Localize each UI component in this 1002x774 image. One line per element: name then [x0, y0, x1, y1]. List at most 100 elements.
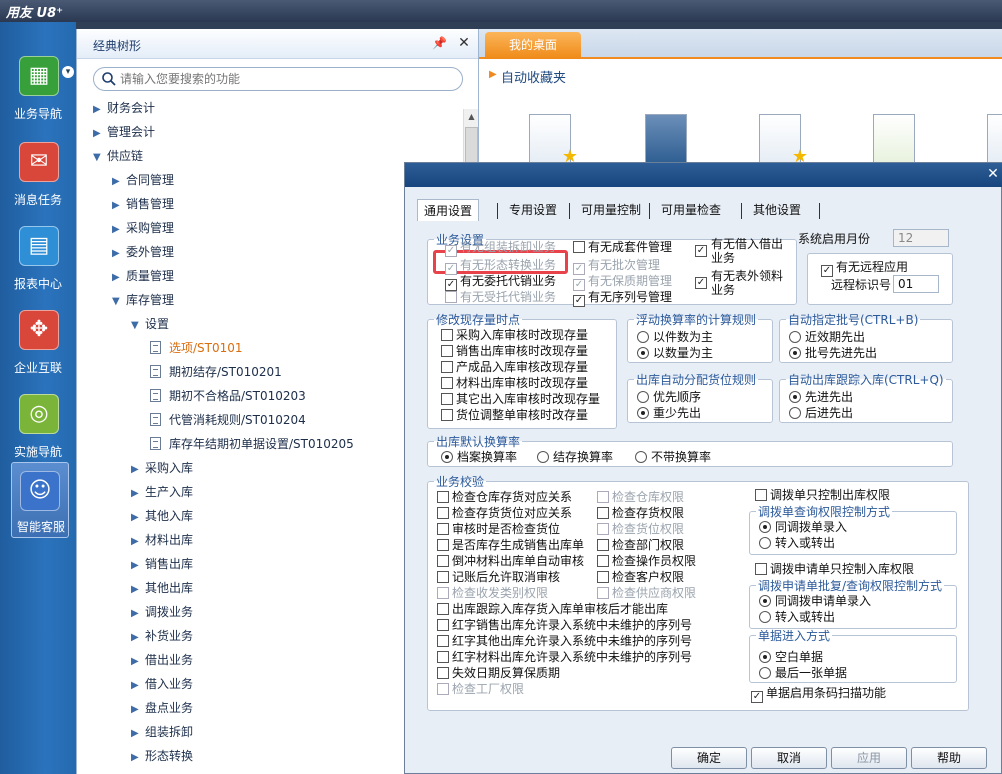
- apply-button[interactable]: 应用: [831, 747, 907, 769]
- verify-option[interactable]: 检查操作员权限: [597, 553, 696, 569]
- biz-option[interactable]: 有无成套件管理: [573, 239, 672, 255]
- close-icon[interactable]: ✕: [985, 166, 1001, 182]
- favorites-header[interactable]: 自动收藏夹: [501, 67, 566, 86]
- verify-option[interactable]: 红字材料出库允许录入系统中未维护的序列号: [437, 649, 692, 665]
- tree-leaf-item[interactable]: 期初结存/ST010201: [150, 363, 282, 383]
- stock-update-option[interactable]: 材料出库审核时改现存量: [441, 375, 588, 391]
- tab-4[interactable]: 其他设置: [747, 199, 807, 221]
- verify-option[interactable]: 记账后允许取消审核: [437, 569, 560, 585]
- nav-item-0[interactable]: ▦ 业务导航: [0, 44, 76, 126]
- close-icon[interactable]: ✕: [457, 35, 471, 51]
- favorite-doc-icon[interactable]: ★: [529, 114, 578, 167]
- verify-option[interactable]: 红字其他出库允许录入系统中未维护的序列号: [437, 633, 692, 649]
- nav-item-1[interactable]: ✉ 消息任务: [0, 130, 76, 212]
- transfer-request-checkbox[interactable]: 调拨申请单只控制入库权限: [755, 561, 914, 577]
- stock-update-option[interactable]: 采购入库审核时改现存量: [441, 327, 588, 343]
- transfer-out-checkbox[interactable]: 调拨单只控制出库权限: [755, 487, 890, 503]
- biz-option[interactable]: ✓ 有无序列号管理: [573, 289, 672, 307]
- float-rule-option[interactable]: 以数量为主: [637, 345, 713, 361]
- verify-option[interactable]: 审核时是否检查货位: [437, 521, 560, 537]
- tree-node-item[interactable]: ▶ 补货业务: [131, 627, 193, 647]
- document-entry-option[interactable]: 空白单据: [759, 649, 823, 665]
- stock-update-option[interactable]: 产成品入库审核改现存量: [441, 359, 588, 375]
- tree-node-item[interactable]: ▶ 采购入库: [131, 459, 193, 479]
- conversion-rate-option[interactable]: 不带换算率: [635, 449, 711, 465]
- favorite-book-icon[interactable]: [645, 114, 687, 164]
- remote-id-field[interactable]: 01: [893, 275, 939, 293]
- tab-0[interactable]: 通用设置: [417, 199, 480, 221]
- verify-option[interactable]: 倒冲材料出库单自动审核: [437, 553, 584, 569]
- conversion-rate-option[interactable]: 结存换算率: [537, 449, 613, 465]
- tree-leaf-item[interactable]: 选项/ST0101: [150, 339, 243, 359]
- remote-app-checkbox[interactable]: ✓ 有无远程应用: [821, 259, 908, 277]
- track-rule-option[interactable]: 先进先出: [789, 389, 853, 405]
- tree-node-item[interactable]: ▶ 管理会计: [93, 123, 155, 143]
- tree-node-item[interactable]: ▶ 财务会计: [93, 99, 155, 119]
- tab-2[interactable]: 可用量控制: [575, 199, 647, 221]
- pin-icon[interactable]: 📌: [432, 36, 447, 52]
- ok-button[interactable]: 确定: [671, 747, 747, 769]
- favorite-doc-icon[interactable]: [987, 114, 1002, 164]
- tree-leaf-item[interactable]: 库存年结期初单据设置/ST010205: [150, 435, 354, 455]
- biz-option[interactable]: ✓ 有无委托代销业务: [445, 273, 556, 291]
- location-rule-option[interactable]: 重少先出: [637, 405, 701, 421]
- biz-option[interactable]: ✓ 有无表外领料业务: [695, 269, 787, 301]
- favorite-doc-icon[interactable]: ★: [759, 114, 808, 167]
- verify-option[interactable]: 是否库存生成销售出库单: [437, 537, 584, 553]
- transfer-request-query-option[interactable]: 转入或转出: [759, 609, 835, 625]
- tree-node-item[interactable]: ▶ 其他入库: [131, 507, 193, 527]
- tab-my-desktop[interactable]: 我的桌面: [485, 32, 581, 59]
- verify-option[interactable]: 检查部门权限: [597, 537, 684, 553]
- nav-item-4[interactable]: ◎ 实施导航: [0, 382, 76, 464]
- stock-update-option[interactable]: 销售出库审核时改现存量: [441, 343, 588, 359]
- tree-node-item[interactable]: ▶ 采购管理: [112, 219, 174, 239]
- cancel-button[interactable]: 取消: [751, 747, 827, 769]
- tree-leaf-item[interactable]: 期初不合格品/ST010203: [150, 387, 306, 407]
- chevron-down-icon[interactable]: ▾: [62, 66, 74, 78]
- document-entry-option[interactable]: 最后一张单据: [759, 665, 847, 681]
- conversion-rate-option[interactable]: 档案换算率: [441, 449, 517, 465]
- tree-node-item[interactable]: ▶ 借入业务: [131, 675, 193, 695]
- stock-update-option[interactable]: 其它出入库审核时改现存量: [441, 391, 600, 407]
- favorite-handshake-icon[interactable]: [873, 114, 915, 164]
- tree-node-item[interactable]: ▶ 销售管理: [112, 195, 174, 215]
- batch-rule-option[interactable]: 近效期先出: [789, 329, 865, 345]
- float-rule-option[interactable]: 以件数为主: [637, 329, 713, 345]
- tree-node-item[interactable]: ▶ 形态转换: [131, 747, 193, 767]
- biz-option[interactable]: ✓ 有无借入借出业务: [695, 237, 787, 269]
- transfer-request-query-option[interactable]: 同调拨申请单录入: [759, 593, 871, 609]
- tree-node-item[interactable]: ▼ 供应链: [93, 147, 143, 167]
- tree-node-item[interactable]: ▶ 借出业务: [131, 651, 193, 671]
- tree-node-item[interactable]: ▶ 委外管理: [112, 243, 174, 263]
- tree-node-item[interactable]: ▶ 盘点业务: [131, 699, 193, 719]
- tree-node-item[interactable]: ▶ 生产入库: [131, 483, 193, 503]
- tab-1[interactable]: 专用设置: [503, 199, 563, 221]
- track-rule-option[interactable]: 后进先出: [789, 405, 853, 421]
- transfer-query-option[interactable]: 转入或转出: [759, 535, 835, 551]
- verify-option[interactable]: 检查存货权限: [597, 505, 684, 521]
- tree-node-item[interactable]: ▼ 库存管理: [112, 291, 174, 311]
- tree-node-item[interactable]: ▶ 材料出库: [131, 531, 193, 551]
- tree-node-item[interactable]: ▶ 调拨业务: [131, 603, 193, 623]
- scroll-up-icon[interactable]: ▲: [464, 109, 479, 125]
- tree-node-item[interactable]: ▶ 其他出库: [131, 579, 193, 599]
- tree-node-item[interactable]: ▼ 设置: [131, 315, 169, 335]
- nav-item-2[interactable]: ▤ 报表中心: [0, 214, 76, 296]
- stock-update-option[interactable]: 货位调整单审核时改存量: [441, 407, 588, 423]
- verify-option[interactable]: 检查客户权限: [597, 569, 684, 585]
- verify-option[interactable]: 检查存货货位对应关系: [437, 505, 572, 521]
- verify-option[interactable]: 失效日期反算保质期: [437, 665, 560, 681]
- search-input[interactable]: [120, 71, 450, 87]
- location-rule-option[interactable]: 优先顺序: [637, 389, 701, 405]
- tree-node-item[interactable]: ▶ 组装拆卸: [131, 723, 193, 743]
- tree-leaf-item[interactable]: 代管消耗规则/ST010204: [150, 411, 306, 431]
- tree-node-item[interactable]: ▶ 质量管理: [112, 267, 174, 287]
- verify-option[interactable]: 出库跟踪入库存货入库单审核后才能出库: [437, 601, 668, 617]
- help-button[interactable]: 帮助: [911, 747, 987, 769]
- tree-node-item[interactable]: ▶ 合同管理: [112, 171, 174, 191]
- verify-option[interactable]: 红字销售出库允许录入系统中未维护的序列号: [437, 617, 692, 633]
- tab-3[interactable]: 可用量检查: [655, 199, 727, 221]
- barcode-checkbox[interactable]: ✓ 单据启用条码扫描功能: [751, 685, 886, 703]
- tree-node-item[interactable]: ▶ 销售出库: [131, 555, 193, 575]
- nav-item-3[interactable]: ✥ 企业互联: [0, 298, 76, 380]
